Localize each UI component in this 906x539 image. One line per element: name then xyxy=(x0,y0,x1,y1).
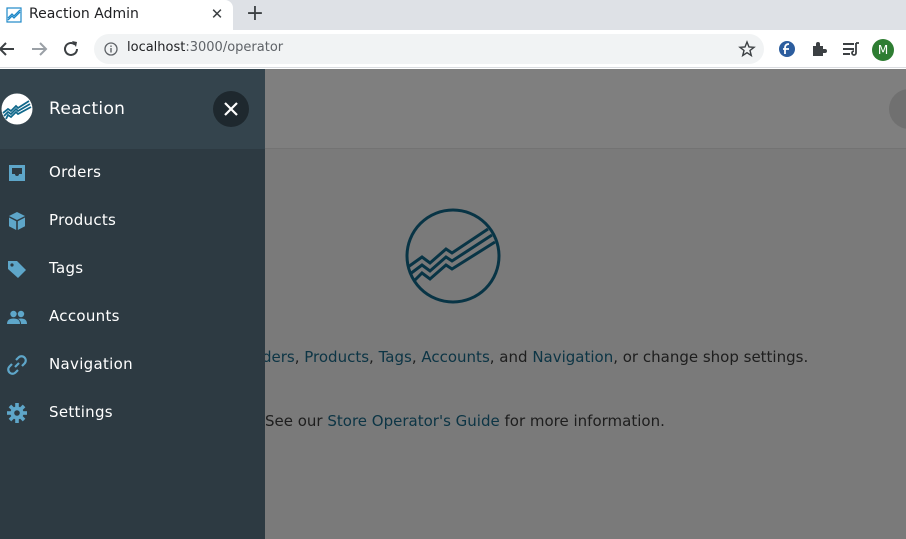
close-icon xyxy=(224,102,238,116)
url-path: :3000/operator xyxy=(185,40,284,55)
gear-icon xyxy=(7,403,27,423)
tab-close-icon[interactable]: ✕ xyxy=(207,4,227,24)
drawer-title: Reaction xyxy=(49,99,126,119)
browser-toolbar: localhost:3000/operator M xyxy=(0,30,906,68)
inbox-icon xyxy=(9,165,25,181)
new-tab-icon[interactable]: + xyxy=(244,3,266,25)
profile-avatar[interactable]: M xyxy=(872,39,894,61)
nav-item-products[interactable]: Products xyxy=(0,199,265,243)
nav-label-tags: Tags xyxy=(49,259,84,277)
close-drawer-button[interactable] xyxy=(213,91,249,127)
nav-item-settings[interactable]: Settings xyxy=(0,391,265,435)
reload-icon[interactable] xyxy=(60,38,82,60)
nav-item-accounts[interactable]: Accounts xyxy=(0,295,265,339)
box-icon xyxy=(9,212,25,230)
nav-label-navigation: Navigation xyxy=(49,355,133,373)
url-host: localhost xyxy=(127,40,186,55)
forward-icon[interactable] xyxy=(28,38,50,60)
drawer-header: Reaction xyxy=(0,69,265,149)
people-icon xyxy=(7,310,27,324)
back-icon[interactable] xyxy=(0,38,18,60)
browser-tab[interactable]: Reaction Admin ✕ xyxy=(0,0,233,30)
fedora-extension-icon[interactable] xyxy=(777,39,797,59)
tag-icon xyxy=(8,261,26,278)
nav-label-products: Products xyxy=(49,211,117,229)
url-text[interactable]: localhost:3000/operator xyxy=(127,40,283,55)
info-icon[interactable] xyxy=(104,42,118,56)
nav-label-orders: Orders xyxy=(49,163,102,181)
extensions-puzzle-icon[interactable] xyxy=(809,39,829,59)
browser-tabstrip: Reaction Admin ✕ + xyxy=(0,0,906,30)
nav-item-tags[interactable]: Tags xyxy=(0,247,265,291)
app-viewport: nage Orders, Products, Tags, Accounts, a… xyxy=(0,69,906,539)
nav-item-navigation[interactable]: Navigation xyxy=(0,343,265,387)
link-icon xyxy=(7,355,27,375)
nav-drawer: Reaction Orders Products Tags Accounts N… xyxy=(0,69,265,539)
tab-title: Reaction Admin xyxy=(29,6,139,22)
reaction-favicon-icon xyxy=(6,7,22,23)
nav-label-settings: Settings xyxy=(49,403,113,421)
nav-item-orders[interactable]: Orders xyxy=(0,151,265,195)
reaction-logo-icon xyxy=(1,93,33,125)
media-queue-icon[interactable] xyxy=(841,39,861,59)
bookmark-star-icon[interactable] xyxy=(738,40,756,58)
nav-label-accounts: Accounts xyxy=(49,307,120,325)
address-bar[interactable]: localhost:3000/operator xyxy=(94,34,764,64)
